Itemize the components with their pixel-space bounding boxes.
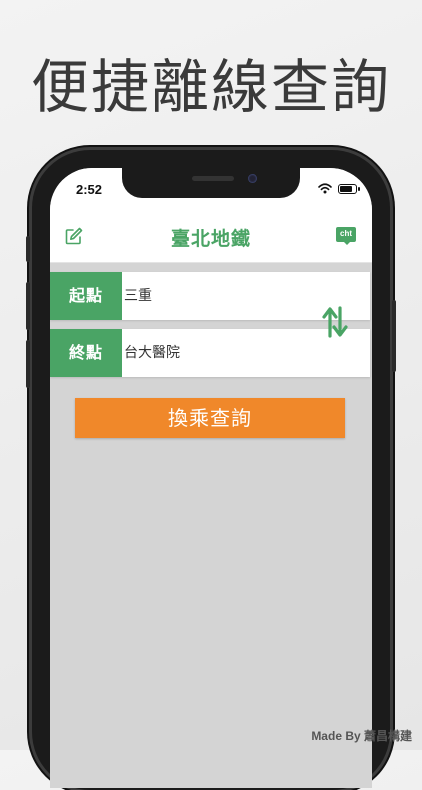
phone-notch (122, 168, 300, 198)
phone-frame: 2:52 臺北地鐵 cht 起點 三重 終點 台大醫院 換乘查詢 (26, 150, 396, 790)
app-screen: 2:52 臺北地鐵 cht 起點 三重 終點 台大醫院 換乘查詢 (50, 168, 372, 788)
language-toggle-button[interactable]: cht (336, 227, 356, 245)
origin-field[interactable]: 三重 (124, 272, 152, 320)
transfer-query-button[interactable]: 換乘查詢 (75, 398, 345, 438)
origin-label: 起點 (50, 272, 122, 320)
page-title: 臺北地鐵 (170, 228, 251, 250)
status-time: 2:52 (76, 182, 103, 197)
phone-side-button (26, 236, 30, 262)
phone-side-button (26, 340, 30, 388)
wifi-icon (318, 183, 332, 194)
nav-bar: 臺北地鐵 cht (50, 212, 372, 263)
swap-arrows-icon[interactable] (321, 305, 349, 339)
speaker-grille (192, 176, 234, 181)
battery-icon (338, 184, 360, 194)
phone-side-button (392, 300, 396, 372)
phone-side-button (26, 282, 30, 330)
credit-text: Made By 蕭昌構建 (311, 729, 412, 743)
promo-headline: 便捷離線查詢 (30, 53, 391, 121)
destination-field[interactable]: 台大醫院 (124, 329, 180, 377)
camera-lens (248, 174, 257, 183)
destination-label: 終點 (50, 329, 122, 377)
